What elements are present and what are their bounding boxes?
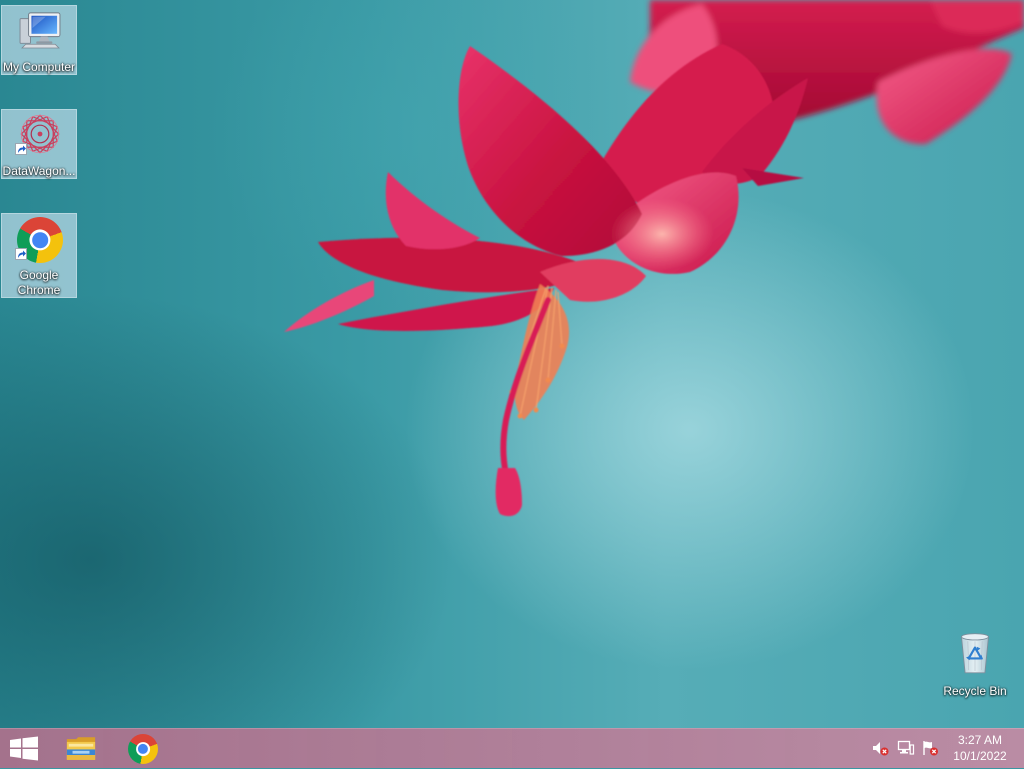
shortcut-arrow-icon [15, 248, 27, 260]
computer-icon [19, 12, 61, 49]
file-explorer-icon [66, 737, 96, 760]
windows-logo-icon [10, 736, 38, 761]
flower-pistil [495, 468, 522, 517]
flower-petal [742, 168, 804, 186]
recycle-bin-icon [961, 633, 989, 674]
desktop-icon-google-chrome[interactable]: Google Chrome [1, 213, 77, 298]
shortcut-arrow-icon [15, 143, 27, 155]
wallpaper-flower [284, 0, 1024, 517]
taskbar-chrome-button[interactable] [118, 729, 168, 769]
taskbar[interactable]: 3:27 AM 10/1/2022 [0, 728, 1024, 768]
desktop-icon-my-computer[interactable]: My Computer [1, 5, 77, 75]
clock[interactable]: 3:27 AM 10/1/2022 [944, 732, 1016, 766]
network-icon[interactable] [897, 739, 915, 757]
volume-muted-icon[interactable] [871, 739, 889, 757]
start-button[interactable] [0, 729, 48, 769]
clock-date: 10/1/2022 [953, 749, 1007, 763]
desktop-icon-datawagon[interactable]: DataWagon... [1, 109, 77, 179]
chrome-icon [128, 734, 158, 764]
desktop-icon-label: Google Chrome [17, 268, 61, 297]
desktop-icon-label: My Computer [2, 60, 76, 74]
flower-glow [610, 198, 714, 270]
desktop[interactable]: My Computer DataWagon... Google Chrome R… [0, 0, 1024, 728]
desktop-icon-label: DataWagon... [2, 164, 76, 178]
taskbar-file-explorer-button[interactable] [56, 729, 106, 769]
chrome-icon-core [32, 232, 48, 248]
desktop-icon-label: Recycle Bin [943, 684, 1007, 698]
desktop-icon-recycle-bin[interactable]: Recycle Bin [938, 628, 1012, 700]
action-center-flag-icon[interactable] [921, 739, 939, 757]
clock-time: 3:27 AM [957, 733, 1003, 747]
flower-petal [385, 172, 480, 250]
main-blossom [284, 44, 808, 517]
